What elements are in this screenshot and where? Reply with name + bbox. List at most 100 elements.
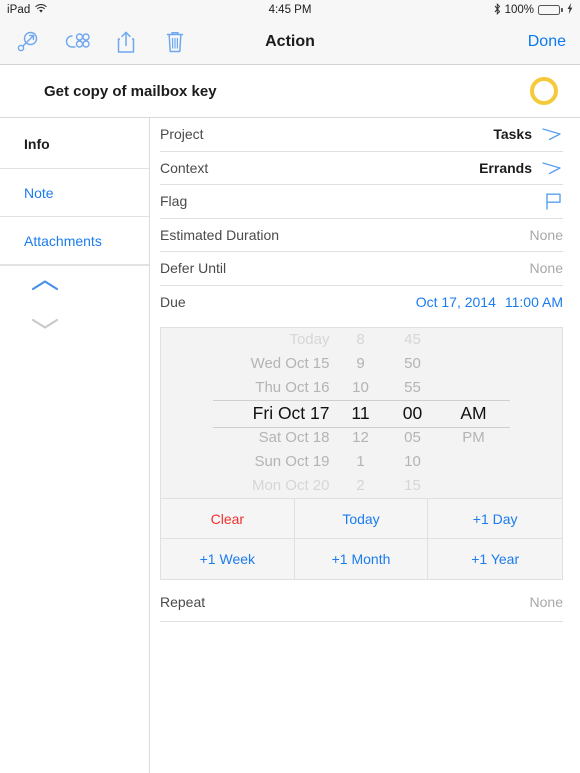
due-time-value[interactable]: 11:00 AM [505, 294, 563, 310]
sidebar-item-label: Note [24, 184, 54, 201]
row-project[interactable]: Project Tasks [160, 118, 563, 152]
picker-item[interactable]: Thu Oct 16 [255, 376, 329, 400]
row-flag[interactable]: Flag [160, 185, 563, 219]
due-date-picker[interactable]: Mon Oct 13 Today Wed Oct 15 Thu Oct 16 F… [160, 327, 563, 580]
wifi-icon [35, 3, 48, 17]
previous-item-button[interactable] [0, 266, 149, 304]
picker-item[interactable]: 05 [404, 426, 421, 450]
quick-date-actions: Clear Today +1 Day +1 Week +1 Month +1 Y… [161, 498, 562, 579]
picker-column-hour[interactable]: 7 8 9 10 11 12 1 2 3 [338, 328, 384, 498]
row-value: None [530, 260, 563, 276]
picker-item-selected[interactable]: AM [460, 400, 486, 426]
row-value: None [530, 227, 563, 243]
row-label: Flag [160, 193, 188, 210]
detail-panel: Project Tasks Context Errands Flag Estim… [150, 118, 580, 773]
picker-item[interactable]: Wed Oct 15 [251, 352, 330, 376]
chevron-right-icon [542, 128, 561, 141]
trash-icon[interactable] [161, 28, 189, 56]
task-title: Get copy of mailbox key [44, 82, 217, 100]
picker-column-minute[interactable]: 40 45 50 55 00 05 10 15 20 [384, 328, 442, 498]
flag-icon[interactable] [543, 191, 563, 211]
picker-item-selected[interactable]: 00 [403, 400, 422, 426]
picker-item[interactable]: PM [462, 426, 485, 450]
task-header: Get copy of mailbox key [0, 65, 580, 118]
picker-item[interactable]: Sun Oct 19 [254, 450, 329, 474]
picker-item-selected[interactable]: Fri Oct 17 [253, 400, 330, 426]
charging-bolt-icon [567, 3, 573, 17]
quick-action-clear[interactable]: Clear [161, 499, 295, 539]
project-value: Tasks [493, 126, 532, 143]
picker-item[interactable]: 8 [356, 328, 364, 352]
nodes-icon[interactable] [63, 28, 91, 56]
sidebar-item-note[interactable]: Note [0, 168, 149, 216]
bluetooth-icon [494, 2, 501, 18]
defer-until-value: None [529, 260, 563, 277]
picker-item[interactable]: 9 [356, 352, 364, 376]
picker-item[interactable]: 15 [404, 474, 421, 498]
picker-item[interactable]: Sat Oct 18 [259, 426, 330, 450]
picker-item[interactable]: Mon Oct 20 [252, 474, 330, 498]
nav-toolbar: Action Done [0, 20, 580, 65]
context-value: Errands [479, 159, 532, 176]
picker-column-date[interactable]: Mon Oct 13 Today Wed Oct 15 Thu Oct 16 F… [218, 328, 338, 498]
share-icon[interactable] [112, 28, 140, 56]
row-value: None [530, 594, 563, 610]
picker-item[interactable]: 12 [352, 426, 369, 450]
status-badge[interactable] [530, 77, 558, 105]
estimated-duration-value: None [529, 226, 563, 243]
row-label: Due [160, 294, 186, 311]
picker-selection-line-top [213, 400, 510, 401]
content-area: Info Note Attachments Project Tasks Cont… [0, 118, 580, 773]
picker-item[interactable]: 2 [356, 474, 364, 498]
due-date-value[interactable]: Oct 17, 2014 [416, 294, 496, 310]
picker-item[interactable]: 55 [404, 376, 421, 400]
picker-item[interactable]: 1 [356, 450, 364, 474]
row-label: Defer Until [160, 260, 227, 277]
next-item-button[interactable] [0, 304, 149, 342]
sidebar: Info Note Attachments [0, 118, 150, 773]
quick-action-plus-day[interactable]: +1 Day [428, 499, 562, 539]
done-button[interactable]: Done [528, 33, 566, 51]
chevron-up-icon [31, 279, 59, 290]
row-value: Errands [479, 160, 563, 176]
quick-action-today[interactable]: Today [294, 499, 429, 539]
battery-icon [538, 5, 563, 15]
nav-toolbar-icons [14, 28, 189, 56]
row-defer-until[interactable]: Defer Until None [160, 252, 563, 286]
row-context[interactable]: Context Errands [160, 152, 563, 185]
chevron-right-icon [542, 162, 561, 174]
sidebar-heading: Info [24, 136, 50, 152]
picker-wheels[interactable]: Mon Oct 13 Today Wed Oct 15 Thu Oct 16 F… [161, 328, 562, 498]
picker-item[interactable]: 10 [404, 450, 421, 474]
device-name: iPad [7, 4, 31, 16]
chevron-down-icon [31, 318, 59, 329]
row-label: Estimated Duration [160, 226, 280, 243]
status-bar-left: iPad [7, 3, 48, 17]
focus-icon[interactable] [14, 28, 42, 56]
sidebar-item-attachments[interactable]: Attachments [0, 216, 149, 264]
repeat-value: None [529, 593, 563, 610]
row-due[interactable]: Due Oct 17, 2014 11:00 AM [160, 286, 563, 320]
battery-percent-label: 100% [504, 4, 534, 16]
row-label: Repeat [160, 593, 206, 610]
picker-selection-line-bottom [213, 427, 510, 428]
status-bar: iPad 4:45 PM 100% [0, 0, 580, 20]
picker-item-selected[interactable]: 11 [351, 400, 369, 426]
row-value: Oct 17, 2014 11:00 AM [416, 294, 563, 310]
picker-item[interactable]: 50 [404, 352, 421, 376]
row-repeat[interactable]: Repeat None [160, 582, 563, 622]
row-label: Context [160, 159, 209, 176]
quick-action-plus-month[interactable]: +1 Month [294, 539, 429, 579]
picker-item[interactable]: Today [289, 328, 329, 352]
picker-item[interactable]: 10 [352, 376, 369, 400]
row-estimated-duration[interactable]: Estimated Duration None [160, 219, 563, 252]
row-value: Tasks [493, 126, 563, 142]
picker-column-ampm[interactable]: X X X X AM PM X X X [442, 328, 506, 498]
quick-action-plus-year[interactable]: +1 Year [428, 539, 562, 579]
picker-item[interactable]: 45 [404, 328, 421, 352]
sidebar-item-label: Attachments [24, 232, 102, 249]
quick-action-plus-week[interactable]: +1 Week [161, 539, 295, 579]
row-label: Project [160, 126, 204, 143]
status-bar-right: 100% [494, 2, 573, 18]
row-value [543, 191, 563, 211]
